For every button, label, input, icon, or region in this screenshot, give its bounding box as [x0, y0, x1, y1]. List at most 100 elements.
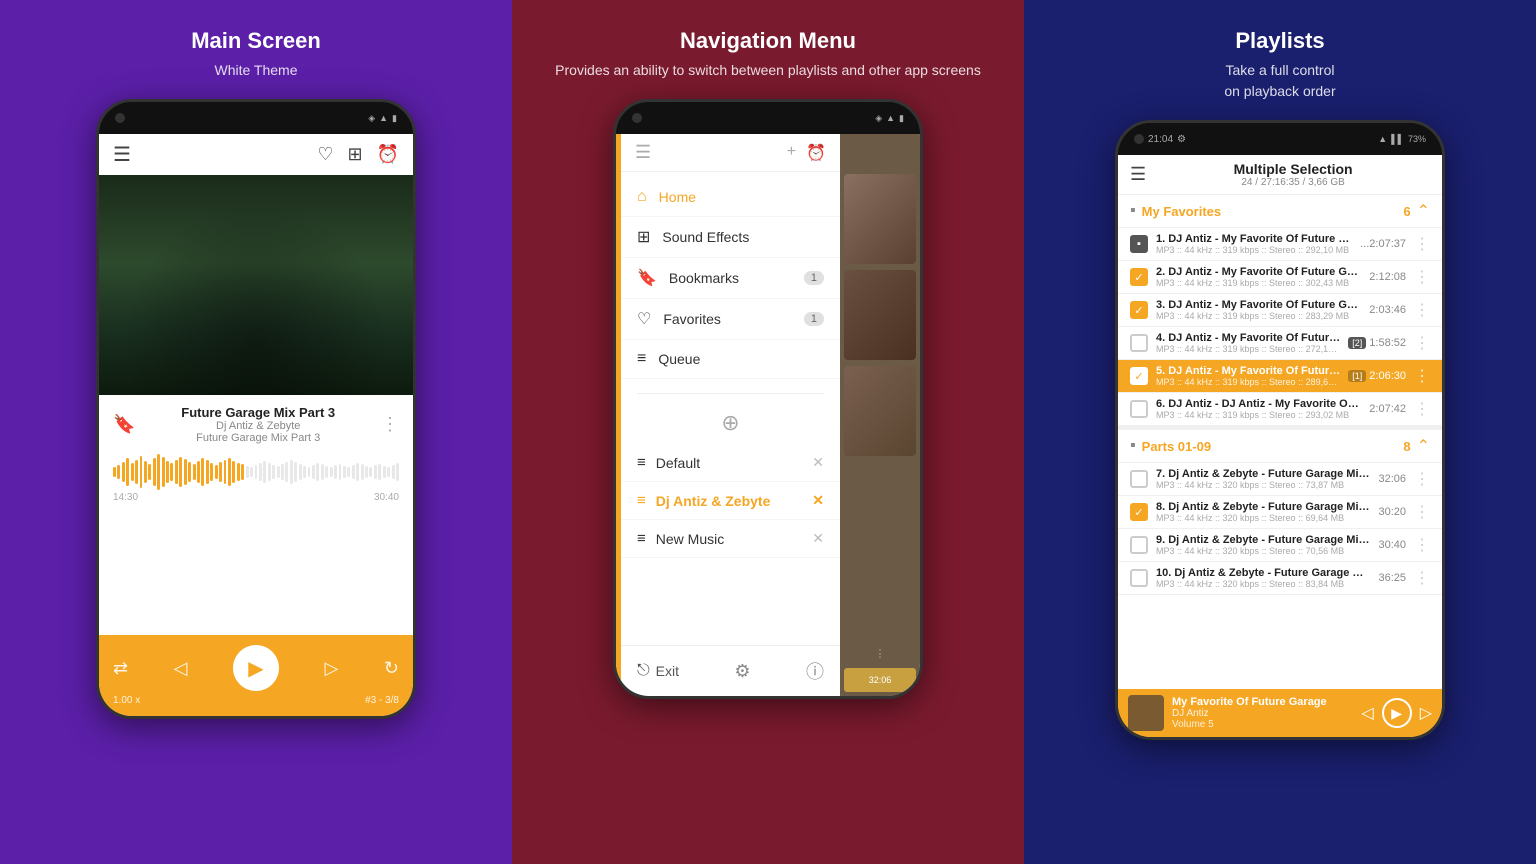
track-dots-2[interactable]: ⋮ — [1414, 267, 1430, 287]
bookmark-icon[interactable]: 🔖 — [113, 414, 135, 435]
track-info-10: 10. Dj Antiz & Zebyte - Future Garage Mi… — [1156, 567, 1370, 589]
more-options-icon[interactable]: ⋮ — [381, 414, 399, 435]
section-2-count: 8 — [1403, 439, 1410, 454]
badge-5: [1] — [1348, 370, 1366, 382]
track-7[interactable]: 7. Dj Antiz & Zebyte - Future Garage Mix… — [1118, 463, 1442, 496]
checkbox-2[interactable]: ✓ — [1130, 268, 1148, 286]
exit-button[interactable]: ⎋ Exit — [637, 662, 679, 680]
waveform[interactable] — [99, 448, 413, 492]
section-my-favorites[interactable]: ▪ My Favorites 6 ⌃ — [1118, 195, 1442, 228]
track-dots-10[interactable]: ⋮ — [1414, 568, 1430, 588]
track-8[interactable]: ✓ 8. Dj Antiz & Zebyte - Future Garage M… — [1118, 496, 1442, 529]
playlist-item-new-music[interactable]: ≡ New Music ✕ — [621, 520, 840, 558]
nav-label-favorites: Favorites — [663, 311, 721, 327]
panel3-title: Playlists — [1235, 28, 1324, 54]
check-icon-2: ✓ — [1134, 271, 1143, 284]
track-dots-5[interactable]: ⋮ — [1414, 366, 1430, 386]
np-next-icon[interactable]: ▷ — [1420, 703, 1432, 723]
playlist-item-active[interactable]: ≡ Dj Antiz & Zebyte ✕ — [621, 482, 840, 520]
close-new-music-icon[interactable]: ✕ — [812, 530, 824, 547]
close-default-icon[interactable]: ✕ — [812, 454, 824, 471]
np-play-button[interactable]: ▶ — [1382, 698, 1412, 728]
add-icon[interactable]: + — [787, 143, 796, 163]
play-button[interactable]: ▶ — [233, 645, 279, 691]
track-dots-7[interactable]: ⋮ — [1414, 469, 1430, 489]
track-6[interactable]: 6. DJ Antiz - DJ Antiz - My Favorite Of … — [1118, 393, 1442, 426]
album-thumb-1 — [844, 174, 916, 264]
checkbox-4[interactable] — [1130, 334, 1148, 352]
track-meta-7: MP3 :: 44 kHz :: 320 kbps :: Stereo :: 7… — [1156, 480, 1370, 490]
playlist-item-default[interactable]: ≡ Default ✕ — [621, 444, 840, 482]
signal-bars-icon: ▌▌ — [1391, 134, 1404, 144]
track-3[interactable]: ✓ 3. DJ Antiz - My Favorite Of Future Ga… — [1118, 294, 1442, 327]
p1-toolbar: ☰ ♡ ⊞ ⏰ — [99, 134, 413, 175]
next-icon[interactable]: ▷ — [325, 658, 339, 679]
checkbox-3[interactable]: ✓ — [1130, 301, 1148, 319]
heart-icon[interactable]: ♡ — [317, 144, 333, 165]
info-icon[interactable]: ⓘ — [806, 658, 824, 684]
track-dots-9[interactable]: ⋮ — [1414, 535, 1430, 555]
track-time-6: 2:07:42 — [1369, 403, 1406, 415]
nav-item-bookmarks[interactable]: 🔖 Bookmarks 1 — [621, 258, 840, 299]
nav-item-queue[interactable]: ≡ Queue — [621, 340, 840, 379]
settings-icon[interactable]: ⚙ — [734, 661, 750, 682]
track-time-1: ...2:07:37 — [1360, 238, 1406, 250]
track-5[interactable]: ✓ 5. DJ Antiz - My Favorite Of Future...… — [1118, 360, 1442, 393]
bookmarks-icon: 🔖 — [637, 268, 657, 288]
repeat-icon[interactable]: ↻ — [384, 658, 399, 679]
track-4[interactable]: 4. DJ Antiz - My Favorite Of Future ... … — [1118, 327, 1442, 360]
sound-effects-icon: ⊞ — [637, 227, 650, 247]
checkbox-9[interactable] — [1130, 536, 1148, 554]
nav-label-sound-effects: Sound Effects — [662, 229, 749, 245]
checkbox-5[interactable]: ✓ — [1130, 367, 1148, 385]
panel-navigation-menu: Navigation Menu Provides an ability to s… — [512, 0, 1024, 864]
track-meta-6: MP3 :: 44 kHz :: 319 kbps :: Stereo :: 2… — [1156, 410, 1361, 420]
checkbox-8[interactable]: ✓ — [1130, 503, 1148, 521]
status-icons-2: ◈ ▲ ▮ — [875, 113, 904, 124]
add-playlist-button[interactable]: ⊕ — [621, 402, 840, 444]
checkbox-7[interactable] — [1130, 470, 1148, 488]
clock-icon[interactable]: ⏰ — [377, 144, 399, 165]
checkbox-10[interactable] — [1130, 569, 1148, 587]
track-dots-1[interactable]: ⋮ — [1414, 234, 1430, 254]
prev-icon[interactable]: ◁ — [174, 658, 188, 679]
bookmarks-badge: 1 — [804, 271, 824, 285]
section-2-title: Parts 01-09 — [1142, 439, 1404, 454]
now-playing-artist: DJ Antiz — [1172, 708, 1353, 719]
track-dots-6[interactable]: ⋮ — [1414, 399, 1430, 419]
checkbox-6[interactable] — [1130, 400, 1148, 418]
np-prev-icon[interactable]: ◁ — [1361, 703, 1373, 723]
track-10[interactable]: 10. Dj Antiz & Zebyte - Future Garage Mi… — [1118, 562, 1442, 595]
hamburger-icon-2[interactable]: ☰ — [635, 142, 651, 163]
status-icons-3: ▲ ▌▌ 73% — [1378, 134, 1426, 144]
track-name-3: 3. DJ Antiz - My Favorite Of Future Gara… — [1156, 299, 1361, 311]
close-active-icon[interactable]: ✕ — [812, 492, 824, 509]
track-dots-8[interactable]: ⋮ — [1414, 502, 1430, 522]
clock-icon-2[interactable]: ⏰ — [806, 143, 826, 163]
check-icon-8: ✓ — [1134, 506, 1143, 519]
track-time-9: 30:40 — [1378, 539, 1406, 551]
queue-icon: ≡ — [637, 350, 646, 368]
battery-pct: 73% — [1408, 134, 1426, 144]
track-dots-3[interactable]: ⋮ — [1414, 300, 1430, 320]
status-left: 21:04 ⚙ — [1134, 134, 1186, 145]
equalizer-icon[interactable]: ⊞ — [347, 144, 362, 165]
nav-item-home[interactable]: ⌂ Home — [621, 178, 840, 217]
shuffle-icon[interactable]: ⇄ — [113, 658, 128, 679]
track-9[interactable]: 9. Dj Antiz & Zebyte - Future Garage Mix… — [1118, 529, 1442, 562]
hamburger-icon[interactable]: ☰ — [113, 142, 131, 167]
track-dots-4[interactable]: ⋮ — [1414, 333, 1430, 353]
nav-list: ⌂ Home ⊞ Sound Effects 🔖 Bookmarks 1 ♡ — [621, 172, 840, 385]
track-2[interactable]: ✓ 2. DJ Antiz - My Favorite Of Future Ga… — [1118, 261, 1442, 294]
track-info-7: 7. Dj Antiz & Zebyte - Future Garage Mix… — [1156, 468, 1370, 490]
hamburger-icon-3[interactable]: ☰ — [1130, 164, 1146, 185]
checkbox-1[interactable]: ▪ — [1130, 235, 1148, 253]
status-bar-1: ◈ ▲ ▮ — [99, 102, 413, 134]
section-parts[interactable]: ▪ Parts 01-09 8 ⌃ — [1118, 426, 1442, 463]
nav-item-favorites[interactable]: ♡ Favorites 1 — [621, 299, 840, 340]
track-1[interactable]: ▪ 1. DJ Antiz - My Favorite Of Future Ga… — [1118, 228, 1442, 261]
nav-item-sound-effects[interactable]: ⊞ Sound Effects — [621, 217, 840, 258]
now-playing-bar[interactable]: My Favorite Of Future Garage DJ Antiz Vo… — [1118, 689, 1442, 737]
p2-toolbar: ☰ + ⏰ — [621, 134, 840, 172]
selection-subtitle: 24 / 27:16:35 / 3,66 GB — [1156, 177, 1430, 188]
